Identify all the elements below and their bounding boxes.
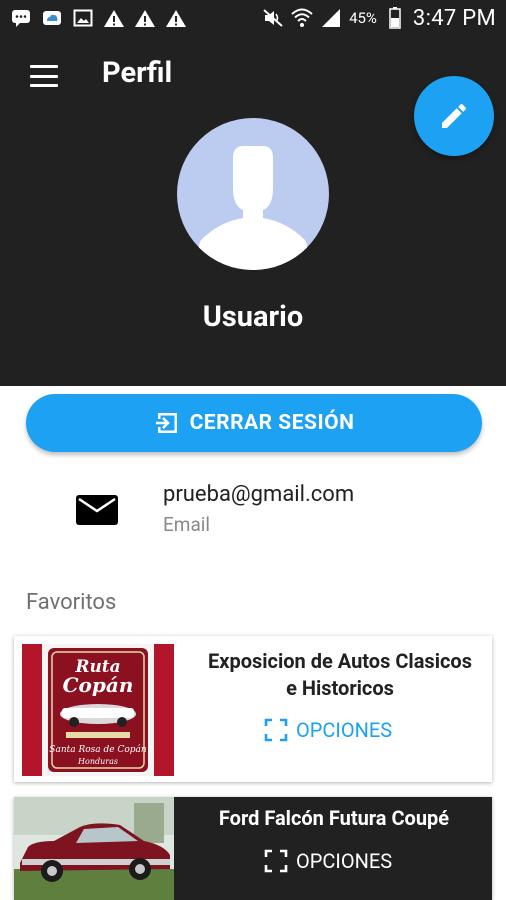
- warning-icon: [134, 8, 156, 28]
- signal-icon: [320, 8, 342, 28]
- avatar[interactable]: [177, 118, 329, 270]
- fullscreen-icon: [264, 849, 288, 873]
- pencil-icon: [442, 103, 467, 128]
- logout-icon: [155, 413, 177, 433]
- image-icon: [72, 8, 94, 28]
- cloud-icon: [41, 8, 63, 28]
- options-label: OPCIONES: [296, 718, 393, 742]
- favorite-title: Ford Falcón Futura Coupé: [218, 806, 450, 830]
- favorite-title: Exposicion de Autos Clasicos e Historico…: [208, 649, 472, 700]
- battery-percent: 45%: [349, 9, 377, 27]
- person-silhouette-icon: [198, 146, 308, 270]
- page-title: Perfil: [102, 56, 173, 90]
- mute-icon: [262, 8, 284, 28]
- clock: 3:47 PM: [412, 5, 496, 31]
- ruta-copan-poster: Ruta Copán Santa Rosa de Copán Honduras: [22, 644, 174, 776]
- svg-text:Honduras: Honduras: [77, 757, 118, 766]
- user-name: Usuario: [202, 300, 304, 334]
- status-bar: 45% 3:47 PM: [0, 0, 506, 36]
- options-button[interactable]: OPCIONES: [264, 718, 392, 742]
- fullscreen-icon: [264, 718, 288, 742]
- email-label: Email: [163, 513, 211, 536]
- chat-icon: [10, 8, 32, 28]
- logout-label: CERRAR SESIÓN: [189, 411, 355, 435]
- email-row: prueba@gmail.com Email: [0, 478, 506, 548]
- svg-text:Santa Rosa de Copán: Santa Rosa de Copán: [49, 744, 147, 755]
- warning-icon: [165, 8, 187, 28]
- battery-icon: [384, 7, 406, 29]
- notification-icons: [10, 8, 187, 28]
- logout-button[interactable]: CERRAR SESIÓN: [26, 394, 482, 452]
- wifi-icon: [291, 8, 313, 28]
- mail-icon: [76, 495, 118, 525]
- svg-text:Copán: Copán: [63, 673, 134, 697]
- favorite-card[interactable]: Ruta Copán Santa Rosa de Copán Honduras …: [14, 636, 492, 782]
- red-classic-car-photo: [14, 797, 174, 900]
- profile-header: Perfil Usuario: [0, 36, 506, 386]
- edit-profile-button[interactable]: [414, 76, 494, 156]
- options-button[interactable]: OPCIONES: [264, 849, 392, 873]
- favorite-card[interactable]: Ford Falcón Futura Coupé OPCIONES: [14, 797, 492, 900]
- warning-icon: [103, 8, 125, 28]
- options-label: OPCIONES: [296, 849, 393, 873]
- email-value: prueba@gmail.com: [163, 482, 355, 507]
- favorites-heading: Favoritos: [26, 590, 117, 615]
- hamburger-icon[interactable]: [26, 62, 62, 90]
